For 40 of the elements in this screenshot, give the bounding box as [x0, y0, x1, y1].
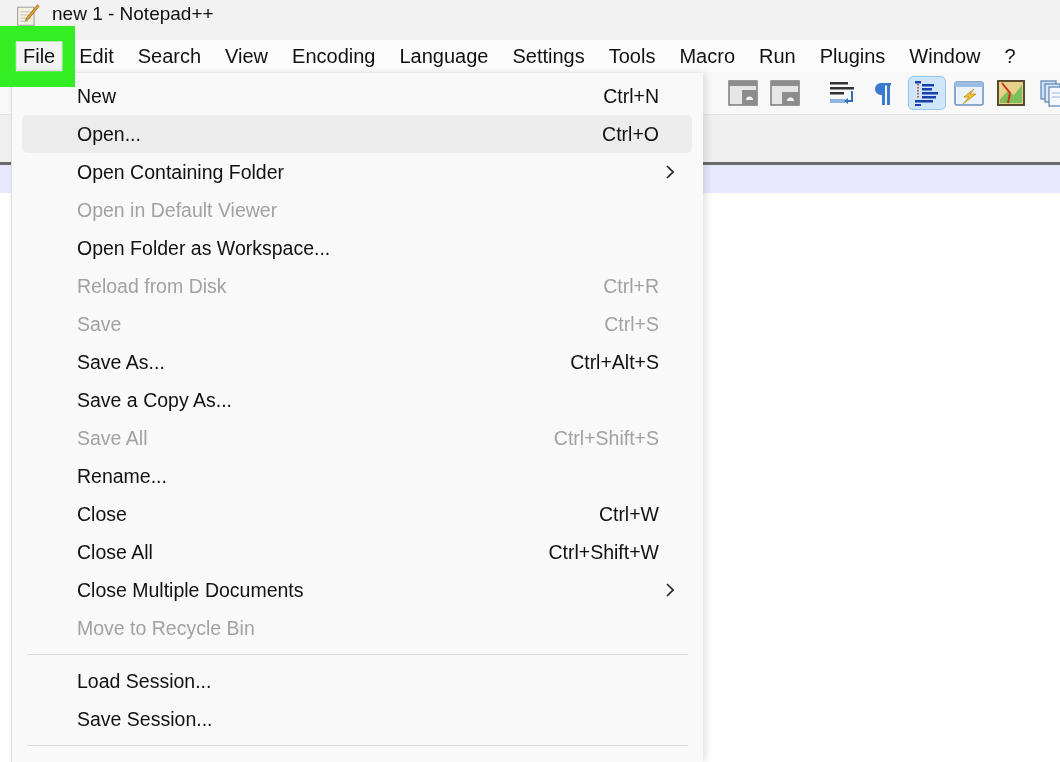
menu-bar-item[interactable]: Search	[130, 41, 209, 71]
shortcut-label: Ctrl+W	[598, 502, 659, 526]
menu-bar-item[interactable]: Edit	[72, 41, 121, 71]
shortcut-label: Ctrl+Shift+W	[548, 540, 659, 564]
shortcut-label: Ctrl+Alt+S	[570, 350, 659, 374]
menu-bar-item[interactable]: Tools	[601, 41, 663, 71]
menu-item[interactable]: Close All Ctrl+Shift+W	[22, 533, 692, 571]
map-icon	[996, 79, 1026, 107]
shortcut-label: Ctrl+S	[604, 312, 659, 336]
window-title: new 1 - Notepad++	[52, 3, 214, 25]
menu-bar-item[interactable]: ?	[997, 41, 1023, 71]
menu-item[interactable]: Save Session...	[22, 700, 692, 738]
menu-bar-item[interactable]: Plugins	[812, 41, 893, 71]
notepad-icon	[16, 4, 40, 26]
menu-item[interactable]: Open Folder as Workspace...	[22, 229, 692, 267]
menu-bar-item[interactable]: Run	[752, 41, 803, 71]
menu-bar-item[interactable]: Window	[902, 41, 988, 71]
menu-item[interactable]: Open Containing Folder	[22, 153, 692, 191]
shortcut-label: Ctrl+O	[602, 122, 659, 146]
menu-item[interactable]: Rename...	[22, 457, 692, 495]
menu-item[interactable]: Open... Ctrl+O	[22, 115, 692, 153]
shortcut-label: Ctrl+N	[603, 84, 659, 108]
menu-bar-item[interactable]: Language	[392, 41, 496, 71]
menu-bar-item[interactable]: View	[218, 41, 276, 71]
window-lightning-icon	[954, 79, 984, 107]
menu-item[interactable]: Save As... Ctrl+Alt+S	[22, 343, 692, 381]
menu-bar-item[interactable]: Encoding	[285, 41, 383, 71]
menu-item[interactable]: Close Ctrl+W	[22, 495, 692, 533]
menu-bar-item[interactable]: Settings	[505, 41, 592, 71]
split-window-icon	[770, 79, 800, 107]
shortcut-label: Ctrl+Shift+S	[553, 426, 659, 450]
menu-item[interactable]: Close Multiple Documents	[22, 571, 692, 609]
menu-bar-item[interactable]: Macro	[672, 41, 742, 71]
menu-item[interactable]: Save a Copy As...	[22, 381, 692, 419]
menu-item[interactable]: New Ctrl+N	[22, 77, 692, 115]
menu-bar-item[interactable]: File	[16, 41, 63, 71]
toolbar-button[interactable]	[908, 76, 946, 110]
split-window-icon	[728, 79, 758, 107]
shortcut-label: Ctrl+R	[603, 274, 659, 298]
menu-item[interactable]: Load Session...	[22, 662, 692, 700]
